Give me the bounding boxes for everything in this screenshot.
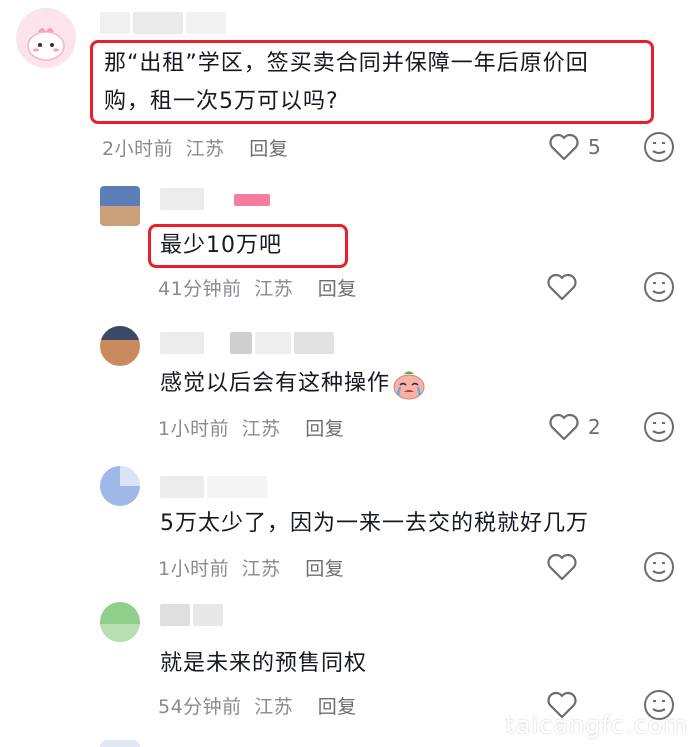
comment-meta: 41分钟前 江苏 回复 xyxy=(158,274,357,301)
reply-button[interactable]: 回复 xyxy=(318,696,357,718)
like-button[interactable]: 2 xyxy=(548,412,601,442)
heart-icon xyxy=(547,273,577,301)
smiley-logo-icon xyxy=(474,713,499,737)
username-blurred[interactable] xyxy=(160,332,334,354)
comment-location: 江苏 xyxy=(241,418,281,440)
comment-time: 1小时前 xyxy=(158,558,230,580)
comment-location: 江苏 xyxy=(254,278,294,300)
next-avatar-partial xyxy=(100,740,140,747)
username-blurred[interactable] xyxy=(160,604,223,626)
comment-time: 54分钟前 xyxy=(158,696,242,718)
comment-item: 感觉以后会有这种操作 1小时前 江苏 回复 2 xyxy=(0,320,700,460)
avatar[interactable] xyxy=(100,466,140,506)
like-button[interactable] xyxy=(546,552,586,582)
like-button[interactable]: 5 xyxy=(548,132,601,162)
crying-emoji-icon xyxy=(393,371,425,400)
reply-button[interactable]: 回复 xyxy=(249,138,288,160)
avatar[interactable] xyxy=(100,602,140,642)
comment-item: 最少10万吧 41分钟前 江苏 回复 xyxy=(0,180,700,320)
comment-text-body: 感觉以后会有这种操作 xyxy=(160,371,391,396)
emoji-face-icon[interactable] xyxy=(642,130,676,164)
comment-location: 江苏 xyxy=(185,138,225,160)
comment-meta: 54分钟前 江苏 回复 xyxy=(158,692,357,719)
like-count: 2 xyxy=(588,415,601,439)
comment-text: 那“出租”学区，签买卖合同并保障一年后原价回 xyxy=(104,51,589,76)
comment-text-line2: 购，租一次5万可以吗? xyxy=(104,89,339,114)
comment-text: 就是未来的预售同权 xyxy=(160,651,368,676)
reply-button[interactable]: 回复 xyxy=(318,278,357,300)
username-blurred[interactable] xyxy=(100,12,226,34)
comment-time: 41分钟前 xyxy=(158,278,242,300)
avatar[interactable] xyxy=(100,326,140,366)
comment-text: 5万太少了，因为一来一去交的税就好几万 xyxy=(160,511,589,536)
comment-location: 江苏 xyxy=(241,558,281,580)
comment-text: 最少10万吧 xyxy=(160,233,282,258)
comment-location: 江苏 xyxy=(254,696,294,718)
comment-meta: 1小时前 江苏 回复 xyxy=(158,554,344,581)
avatar[interactable] xyxy=(16,8,76,68)
like-count: 5 xyxy=(588,135,601,159)
emoji-face-icon[interactable] xyxy=(642,270,676,304)
emoji-face-icon[interactable] xyxy=(642,410,676,444)
heart-icon xyxy=(547,553,577,581)
heart-icon xyxy=(549,133,579,161)
heart-icon xyxy=(549,413,579,441)
reply-button[interactable]: 回复 xyxy=(305,558,344,580)
avatar[interactable] xyxy=(100,186,140,226)
username-blurred[interactable] xyxy=(160,476,267,498)
watermark-text: taicangfc.com xyxy=(505,711,688,739)
comment-time: 1小时前 xyxy=(158,418,230,440)
emoji-face-icon[interactable] xyxy=(642,550,676,584)
like-button[interactable] xyxy=(546,272,586,302)
comment-meta: 2小时前 江苏 回复 xyxy=(102,134,288,161)
comment-meta: 1小时前 江苏 回复 xyxy=(158,414,344,441)
comment-text: 感觉以后会有这种操作 xyxy=(160,366,426,402)
avatar-icon xyxy=(16,8,76,68)
reply-button[interactable]: 回复 xyxy=(305,418,344,440)
username-blurred[interactable] xyxy=(160,188,270,210)
watermark: taicangfc.com xyxy=(473,711,688,739)
comment-item: 5万太少了，因为一来一去交的税就好几万 1小时前 江苏 回复 xyxy=(0,460,700,600)
comment-item: 那“出租”学区，签买卖合同并保障一年后原价回 购，租一次5万可以吗? 2小时前 … xyxy=(0,0,700,180)
comment-time: 2小时前 xyxy=(102,138,174,160)
